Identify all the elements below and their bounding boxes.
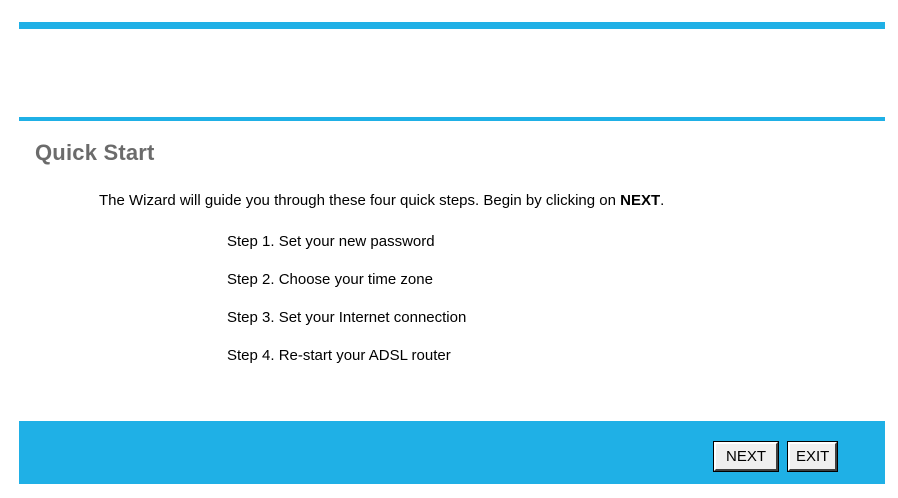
step-item-3: Step 3. Set your Internet connection	[227, 309, 467, 326]
next-button[interactable]: NEXT	[713, 441, 779, 472]
intro-text-emphasis: NEXT	[620, 192, 661, 209]
intro-text-before: The Wizard will guide you through these …	[99, 192, 621, 209]
step-item-1: Step 1. Set your new password	[227, 233, 435, 250]
header-area	[19, 29, 885, 117]
page-title: Quick Start	[35, 140, 155, 165]
header-divider	[19, 117, 885, 121]
step-item-2: Step 2. Choose your time zone	[227, 271, 433, 288]
steps-list: Step 1. Set your new password Step 2. Ch…	[227, 233, 466, 385]
exit-button[interactable]: EXIT	[787, 441, 838, 472]
step-item-4: Step 4. Re-start your ADSL router	[227, 347, 451, 364]
intro-text-after: .	[660, 192, 665, 209]
intro-text: The Wizard will guide you through these …	[99, 192, 664, 209]
top-banner-bar	[19, 22, 885, 29]
